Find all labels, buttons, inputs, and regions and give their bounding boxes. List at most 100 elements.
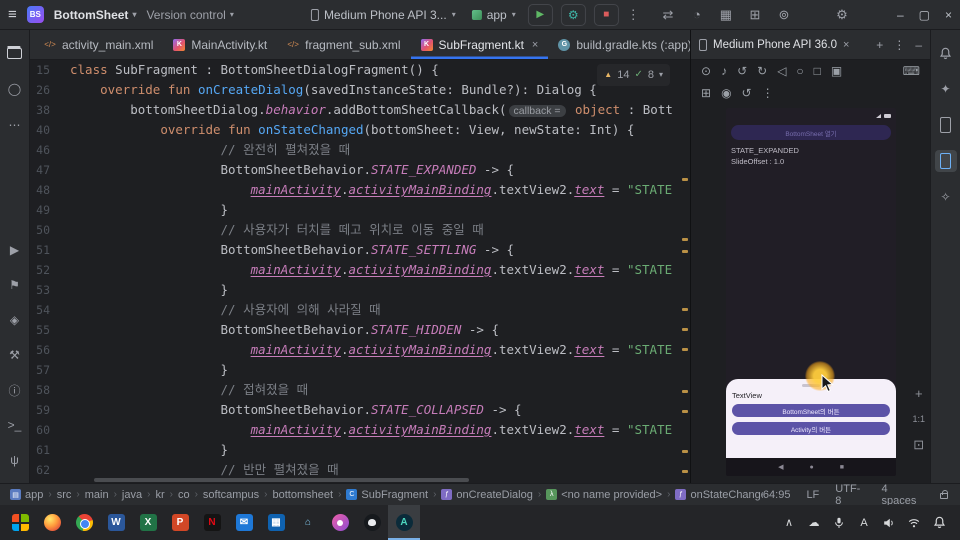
home-icon[interactable]: ○ <box>796 64 803 78</box>
warning-stripe-mark[interactable] <box>682 450 688 453</box>
breadcrumb-item[interactable]: src <box>57 489 72 501</box>
line-number[interactable]: 38 <box>30 100 70 120</box>
device-screen[interactable]: BottomSheet 열기 STATE_EXPANDED SlideOffse… <box>726 108 896 476</box>
profiler-icon[interactable]: ◔ <box>689 7 705 23</box>
line-number[interactable]: 49 <box>30 200 70 220</box>
code-line[interactable]: 48 mainActivity.activityMainBinding.text… <box>30 180 690 200</box>
code-line[interactable]: 49 } <box>30 200 690 220</box>
readonly-lock-icon[interactable] <box>940 493 948 499</box>
add-device-icon[interactable]: + <box>876 38 883 52</box>
github-icon[interactable] <box>356 505 388 540</box>
bottom-sheet[interactable]: TextView BottomSheet의 버튼 Activity의 버튼 <box>726 379 896 458</box>
line-number[interactable]: 46 <box>30 140 70 160</box>
hardware-input-icon[interactable]: ⌨ <box>903 64 920 78</box>
firefox-icon[interactable] <box>36 505 68 540</box>
line-number[interactable]: 61 <box>30 440 70 460</box>
caret-position[interactable]: 64:95 <box>763 489 791 501</box>
nav-home-icon[interactable]: ● <box>809 464 813 471</box>
zoom-reset-button[interactable]: 1:1 <box>912 414 925 424</box>
tab-mainactivity-kt[interactable]: KMainActivity.kt <box>163 30 277 59</box>
line-number[interactable]: 15 <box>30 60 70 80</box>
notifications-icon[interactable] <box>935 42 957 64</box>
code-line[interactable]: 56 mainActivity.activityMainBinding.text… <box>30 340 690 360</box>
breadcrumb-item[interactable]: java <box>122 489 142 501</box>
code-line[interactable]: 61 } <box>30 440 690 460</box>
settings-icon[interactable]: ⚙ <box>834 7 850 23</box>
breadcrumb-item[interactable]: main <box>85 489 109 501</box>
line-number[interactable]: 56 <box>30 340 70 360</box>
code-line[interactable]: 59 BottomSheetBehavior.STATE_COLLAPSED -… <box>30 400 690 420</box>
sheet-button-1[interactable]: BottomSheet의 버튼 <box>732 404 890 417</box>
overview-icon[interactable]: □ <box>814 64 821 78</box>
line-number[interactable]: 55 <box>30 320 70 340</box>
line-number[interactable]: 57 <box>30 360 70 380</box>
network-icon[interactable] <box>907 516 921 530</box>
more-tools-icon[interactable]: ⋯ <box>4 114 26 136</box>
breadcrumb-item[interactable]: kr <box>155 489 164 501</box>
inspections-widget[interactable]: ▲14 ✓8 ▾ <box>597 64 670 86</box>
code-line[interactable]: 50 // 사용자가 터치를 떼고 위치로 이동 중일 때 <box>30 220 690 240</box>
breadcrumb-item[interactable]: ƒonCreateDialog <box>441 489 532 501</box>
warning-stripe-mark[interactable] <box>682 308 688 311</box>
breadcrumb-item[interactable]: co <box>178 489 190 501</box>
line-number[interactable]: 51 <box>30 240 70 260</box>
start-button[interactable] <box>4 505 36 540</box>
gemini-icon[interactable]: ✧ <box>935 186 957 208</box>
indent-setting[interactable]: 4 spaces <box>882 483 925 507</box>
code-line[interactable]: 54 // 사용자에 의해 사라질 때 <box>30 300 690 320</box>
horizontal-scrollbar[interactable] <box>94 478 469 482</box>
stop-button[interactable]: ■ <box>594 4 619 26</box>
code-line[interactable]: 58 // 접혀졌을 때 <box>30 380 690 400</box>
code-line[interactable]: 57 } <box>30 360 690 380</box>
word-icon[interactable]: W <box>100 505 132 540</box>
mic-icon[interactable] <box>832 516 846 530</box>
project-logo[interactable]: BS <box>27 6 44 23</box>
bank-app-icon[interactable]: ⌂ <box>292 505 324 540</box>
warning-stripe-mark[interactable] <box>682 328 688 331</box>
hide-panel-icon[interactable]: – <box>915 38 922 52</box>
rotate-right-icon[interactable]: ↻ <box>757 64 767 78</box>
bookmarks-icon[interactable]: ⚑ <box>4 274 26 296</box>
tab-fragment-sub-xml[interactable]: </>fragment_sub.xml <box>277 30 410 59</box>
code-line[interactable]: 62 // 반만 펼쳐졌을 때 <box>30 460 690 480</box>
minimize-button[interactable]: – <box>897 8 904 22</box>
plugins-icon[interactable]: ⊞ <box>747 7 763 23</box>
version-control-menu[interactable]: Version control▾ <box>146 8 233 22</box>
warning-stripe-mark[interactable] <box>682 238 688 241</box>
code-editor[interactable]: 15class SubFragment : BottomSheetDialogF… <box>30 60 690 483</box>
run-button[interactable]: ▶ <box>528 4 553 26</box>
mail-icon[interactable]: ✉ <box>228 505 260 540</box>
user-avatar[interactable] <box>863 7 879 23</box>
line-number[interactable]: 40 <box>30 120 70 140</box>
nav-overview-icon[interactable]: ■ <box>840 464 844 471</box>
device-manager-icon[interactable] <box>935 114 957 136</box>
main-menu-icon[interactable]: ≡ <box>8 6 17 23</box>
breadcrumb-item[interactable]: CSubFragment <box>346 489 428 501</box>
code-line[interactable]: 46 // 완전히 펼쳐졌을 때 <box>30 140 690 160</box>
version-control-icon[interactable]: ψ <box>4 449 26 471</box>
pink-app-icon[interactable] <box>324 505 356 540</box>
nav-back-icon[interactable]: ◀ <box>778 463 783 471</box>
line-separator[interactable]: LF <box>806 489 819 501</box>
sheet-button-2[interactable]: Activity의 버튼 <box>732 422 890 435</box>
line-number[interactable]: 47 <box>30 160 70 180</box>
code-line[interactable]: 26 override fun onCreateDialog(savedInst… <box>30 80 690 100</box>
code-line[interactable]: 51 BottomSheetBehavior.STATE_SETTLING ->… <box>30 240 690 260</box>
chrome-icon[interactable] <box>68 505 100 540</box>
line-number[interactable]: 58 <box>30 380 70 400</box>
tab-activity-main-xml[interactable]: </>activity_main.xml <box>34 30 163 59</box>
code-line[interactable]: 53 } <box>30 280 690 300</box>
run-config-selector[interactable]: app▾ <box>468 5 520 25</box>
display-mode-icon[interactable]: ⊞ <box>701 86 711 100</box>
rotate-left-icon[interactable]: ↺ <box>737 64 747 78</box>
commit-icon[interactable]: ◯ <box>4 78 26 100</box>
warning-stripe-mark[interactable] <box>682 390 688 393</box>
back-icon[interactable]: ◁ <box>777 64 786 78</box>
code-line[interactable]: 60 mainActivity.activityMainBinding.text… <box>30 420 690 440</box>
breadcrumb-item[interactable]: ▤app <box>10 489 43 501</box>
excel-icon[interactable]: X <box>132 505 164 540</box>
powerpoint-icon[interactable]: P <box>164 505 196 540</box>
device-mirroring-icon[interactable]: ⇄ <box>660 7 676 23</box>
terminal-icon[interactable]: >_ <box>4 414 26 436</box>
volume-tray-icon[interactable] <box>882 516 896 530</box>
